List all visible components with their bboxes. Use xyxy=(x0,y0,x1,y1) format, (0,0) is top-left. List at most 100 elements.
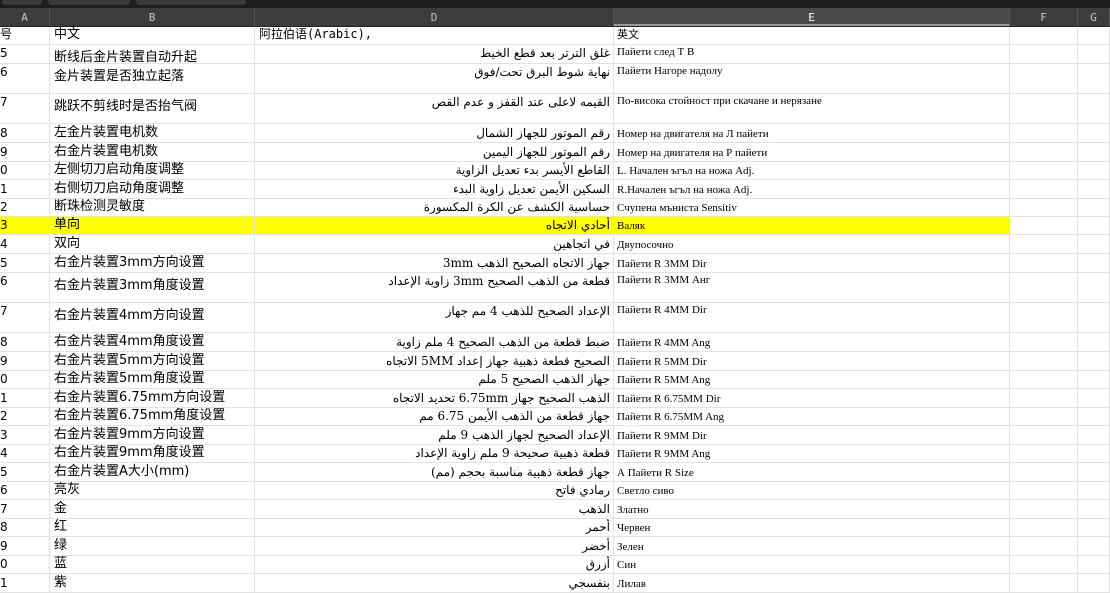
cell[interactable]: أحمر xyxy=(255,519,614,537)
cell[interactable]: 0 xyxy=(0,162,50,180)
cell[interactable]: Пайети R 9MM Ang xyxy=(614,445,1010,463)
cell[interactable]: 号 xyxy=(0,27,50,45)
cell[interactable] xyxy=(1078,64,1110,94)
cell[interactable]: Пайети R 5MM Ang xyxy=(614,371,1010,389)
cell[interactable]: 左侧切刀启动角度调整 xyxy=(50,162,255,180)
cell[interactable] xyxy=(1078,574,1110,593)
cell[interactable]: 金 xyxy=(50,500,255,519)
cell[interactable] xyxy=(1078,94,1110,124)
cell[interactable]: 6 xyxy=(0,482,50,500)
cell[interactable]: 9 xyxy=(0,143,50,162)
cell[interactable]: 8 xyxy=(0,519,50,537)
cell[interactable]: L. Начален ъгъл на ножа Adj. xyxy=(614,162,1010,180)
cell[interactable]: Светло сиво xyxy=(614,482,1010,500)
cell[interactable]: 6 xyxy=(0,273,50,303)
cell[interactable]: 右金片装置4mm角度设置 xyxy=(50,333,255,352)
cell[interactable]: 双向 xyxy=(50,235,255,254)
cell[interactable] xyxy=(1010,27,1078,45)
cell[interactable]: 6 xyxy=(0,64,50,94)
cell[interactable]: Зелен xyxy=(614,537,1010,556)
cell[interactable]: 中文 xyxy=(50,27,255,45)
cell[interactable]: Пайети R 4MM Dir xyxy=(614,303,1010,333)
cell[interactable]: 蓝 xyxy=(50,556,255,574)
cell[interactable] xyxy=(1078,162,1110,180)
cell[interactable]: الصحيح قطعة ذهبية جهاز إعداد 5MM الاتجاه xyxy=(255,352,614,371)
cell[interactable] xyxy=(1078,27,1110,45)
cell[interactable]: القيمه لاعلى عند القفز و عدم القص xyxy=(255,94,614,124)
cell[interactable]: Пайети след Т В xyxy=(614,45,1010,64)
cell[interactable]: По-висока стойност при скачане и нерязан… xyxy=(614,94,1010,124)
cell[interactable]: Червен xyxy=(614,519,1010,537)
cell[interactable]: Лилав xyxy=(614,574,1010,593)
cell[interactable]: ضبط قطعة من الذهب الصحيح 4 ملم زاوية xyxy=(255,333,614,352)
cell[interactable] xyxy=(1078,482,1110,500)
cell[interactable]: Номер на двигателя на Л пайети xyxy=(614,124,1010,143)
cell[interactable]: جهاز الاتجاه الصحيح الذهب 3mm xyxy=(255,254,614,273)
cell[interactable]: 右金片装置3mm方向设置 xyxy=(50,254,255,273)
cell[interactable]: 9 xyxy=(0,352,50,371)
cell[interactable]: الذهب xyxy=(255,500,614,519)
cell[interactable]: 4 xyxy=(0,445,50,463)
cell[interactable]: 断珠检测灵敏度 xyxy=(50,199,255,217)
cell[interactable]: الذهب الصحيح جهاز 6.75mm تحديد الاتجاه xyxy=(255,389,614,408)
cell[interactable] xyxy=(1010,199,1078,217)
window-tab[interactable] xyxy=(136,0,246,5)
cell[interactable]: 紫 xyxy=(50,574,255,593)
cell[interactable]: 右金片装置9mm角度设置 xyxy=(50,445,255,463)
cell[interactable]: 2 xyxy=(0,408,50,426)
cell[interactable] xyxy=(1010,64,1078,94)
cell[interactable]: 5 xyxy=(0,254,50,273)
cell[interactable] xyxy=(1010,556,1078,574)
cell[interactable]: 右金片装置5mm角度设置 xyxy=(50,371,255,389)
cell[interactable] xyxy=(1078,217,1110,235)
cell[interactable]: 右金片装置9mm方向设置 xyxy=(50,426,255,445)
cell[interactable] xyxy=(1078,254,1110,273)
cell[interactable] xyxy=(1010,333,1078,352)
cell[interactable] xyxy=(1010,426,1078,445)
column-header-g[interactable]: G xyxy=(1078,8,1110,26)
column-header-e[interactable]: E xyxy=(614,8,1010,26)
cell[interactable] xyxy=(1010,574,1078,593)
cell[interactable]: Пайети R 4MM Ang xyxy=(614,333,1010,352)
cell[interactable]: 9 xyxy=(0,537,50,556)
cell[interactable] xyxy=(1078,235,1110,254)
cell[interactable] xyxy=(1078,500,1110,519)
cell[interactable]: 阿拉伯语(Arabic), xyxy=(255,27,614,45)
cell[interactable]: غلق الترتر بعد قطع الخيط xyxy=(255,45,614,64)
column-header-d[interactable]: D xyxy=(255,8,614,26)
cell[interactable] xyxy=(1078,389,1110,408)
cell[interactable] xyxy=(1010,94,1078,124)
cell[interactable]: Златно xyxy=(614,500,1010,519)
cell[interactable] xyxy=(1078,426,1110,445)
cell[interactable] xyxy=(1078,408,1110,426)
cell[interactable]: 0 xyxy=(0,371,50,389)
cell[interactable] xyxy=(1010,273,1078,303)
cell[interactable] xyxy=(1078,463,1110,482)
cell[interactable]: Пайети R 3MM Dir xyxy=(614,254,1010,273)
cell[interactable] xyxy=(1010,482,1078,500)
cell[interactable]: جهاز الذهب الصحيح 5 ملم xyxy=(255,371,614,389)
cell[interactable] xyxy=(1078,143,1110,162)
cell[interactable]: 3 xyxy=(0,426,50,445)
cell[interactable]: بنفسجي xyxy=(255,574,614,593)
column-header-a[interactable]: A xyxy=(0,8,50,26)
cell[interactable]: رقم الموتور للجهاز اليمين xyxy=(255,143,614,162)
window-tab[interactable] xyxy=(2,0,42,5)
cell[interactable]: 7 xyxy=(0,303,50,333)
cell[interactable]: أخضر xyxy=(255,537,614,556)
column-header-b[interactable]: B xyxy=(50,8,255,26)
cell[interactable] xyxy=(1010,217,1078,235)
cell[interactable] xyxy=(1078,273,1110,303)
cell[interactable]: А Пайети R Size xyxy=(614,463,1010,482)
cell[interactable]: أحادي الاتجاه xyxy=(255,217,614,235)
cell[interactable] xyxy=(1078,556,1110,574)
cell[interactable]: Пайети R 6.75MM Dir xyxy=(614,389,1010,408)
cell[interactable] xyxy=(1078,180,1110,199)
cell[interactable]: Пайети R 9MM Dir xyxy=(614,426,1010,445)
cell[interactable]: 右金片装置3mm角度设置 xyxy=(50,273,255,303)
cell[interactable] xyxy=(1078,333,1110,352)
cell[interactable]: السكين الأيمن تعديل زاوية البدء xyxy=(255,180,614,199)
cell[interactable]: قطعة من الذهب الصحيح 3mm زاوية الإعداد xyxy=(255,273,614,303)
cell[interactable]: 1 xyxy=(0,389,50,408)
cell[interactable]: 右金片装置6.75mm方向设置 xyxy=(50,389,255,408)
